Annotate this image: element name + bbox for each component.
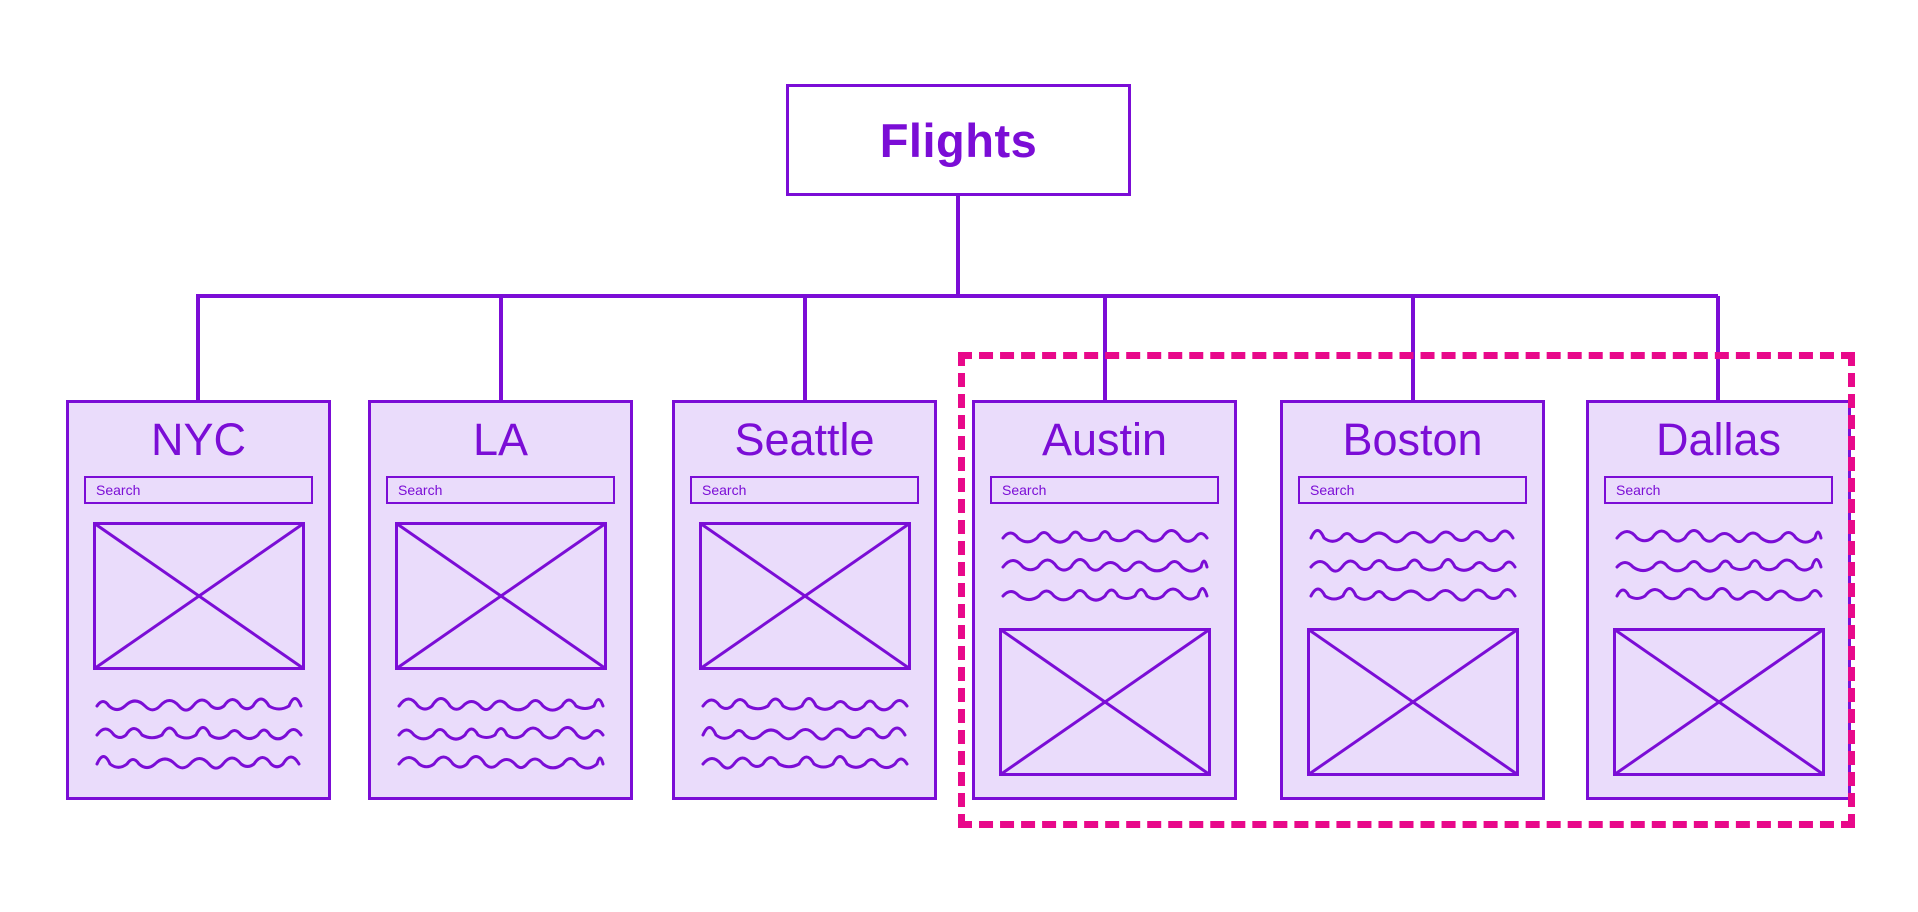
search-input[interactable] — [84, 476, 313, 504]
card-title: Austin — [1041, 414, 1168, 465]
image-placeholder-icon — [92, 522, 305, 670]
card-title: LA — [472, 414, 529, 465]
card-content — [1604, 522, 1833, 776]
sitemap-diagram: Flights NYC LA Seattle Austin Boston Dallas — [0, 0, 1918, 912]
image-placeholder-icon — [998, 628, 1211, 776]
card-content — [990, 522, 1219, 776]
text-squiggle-lines — [95, 697, 302, 770]
card-content — [1298, 522, 1527, 776]
image-placeholder-icon — [1612, 628, 1825, 776]
search-input[interactable] — [990, 476, 1219, 504]
text-squiggle-lines — [397, 697, 604, 770]
page-card-seattle[interactable]: Seattle — [672, 400, 937, 800]
card-title: Seattle — [734, 414, 875, 465]
page-card-dallas[interactable]: Dallas — [1586, 400, 1851, 800]
card-title: Boston — [1342, 414, 1483, 465]
page-card-la[interactable]: LA — [368, 400, 633, 800]
text-squiggle-lines — [1309, 529, 1516, 602]
text-squiggle-lines — [701, 697, 908, 770]
page-card-boston[interactable]: Boston — [1280, 400, 1545, 800]
card-content — [690, 522, 919, 776]
card-title: NYC — [150, 414, 246, 465]
card-title: Dallas — [1655, 414, 1782, 465]
page-card-nyc[interactable]: NYC — [66, 400, 331, 800]
root-node-label: Flights — [879, 113, 1038, 167]
card-content — [386, 522, 615, 776]
search-input[interactable] — [1604, 476, 1833, 504]
text-squiggle-lines — [1615, 529, 1822, 602]
image-placeholder-icon — [1306, 628, 1519, 776]
search-input[interactable] — [386, 476, 615, 504]
search-input[interactable] — [690, 476, 919, 504]
text-squiggle-lines — [1001, 529, 1208, 602]
root-node-flights[interactable]: Flights — [786, 84, 1131, 196]
image-placeholder-icon — [394, 522, 607, 670]
image-placeholder-icon — [698, 522, 911, 670]
page-card-austin[interactable]: Austin — [972, 400, 1237, 800]
search-input[interactable] — [1298, 476, 1527, 504]
card-content — [84, 522, 313, 776]
